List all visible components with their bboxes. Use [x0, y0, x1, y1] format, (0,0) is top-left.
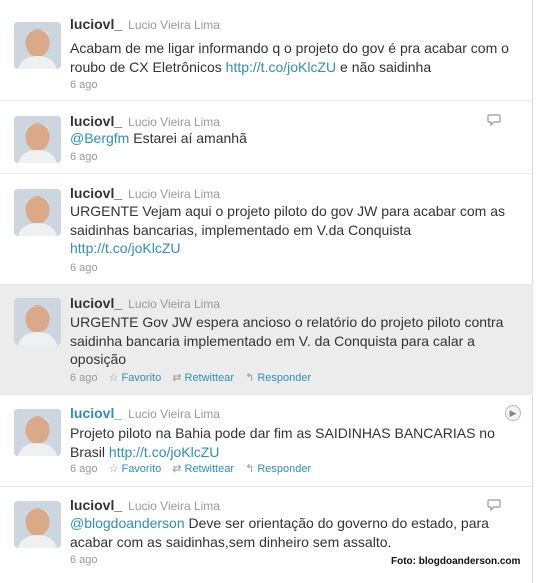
avatar[interactable] [14, 189, 61, 236]
tweet-handle[interactable]: luciovl_ [70, 497, 122, 513]
tweet-author-name[interactable]: Lucio Vieira Lima [128, 187, 220, 201]
tweet-text: URGENTE Vejam aqui o projeto piloto do g… [70, 202, 515, 258]
favorite-button[interactable]: ☆ Favorito [109, 372, 162, 384]
tweet-link[interactable]: http://t.co/joKlcZU [226, 59, 336, 75]
reply-arrow-icon: ↰ [245, 372, 255, 384]
chevron-right-icon[interactable]: ▶ [505, 405, 521, 421]
retweet-icon: ⇄ [172, 463, 182, 475]
favorite-label: Favorito [121, 463, 162, 475]
tweet-meta: 6 ago [70, 554, 98, 566]
tweet-meta: 6 ago [70, 79, 98, 91]
tweet-handle[interactable]: luciovl_ [70, 113, 122, 129]
reply-arrow-icon: ↰ [245, 463, 255, 475]
tweet-text-content: URGENTE Vejam aqui o projeto piloto do g… [70, 203, 505, 238]
retweet-label: Retwittear [184, 463, 235, 475]
avatar[interactable] [14, 116, 61, 163]
tweet-meta: 6 ago ☆ Favorito ⇄ Retwittear ↰ Responder [70, 462, 311, 475]
tweet-text: Projeto piloto na Bahia pode dar fim as … [70, 424, 515, 461]
tweet-author-name[interactable]: Lucio Vieira Lima [128, 297, 220, 311]
tweet-text-content: Estarei aí amanhã [133, 130, 247, 146]
tweet-author-name[interactable]: Lucio Vieira Lima [128, 499, 220, 513]
avatar[interactable] [14, 501, 61, 548]
tweet-timestamp[interactable]: 6 ago [70, 79, 98, 91]
retweet-label: Retwittear [184, 372, 235, 384]
avatar[interactable] [14, 298, 61, 345]
tweet-handle[interactable]: luciovl_ [70, 16, 122, 32]
tweet-timestamp[interactable]: 6 ago [70, 372, 98, 384]
tweet-handle[interactable]: luciovl_ [70, 295, 122, 311]
avatar[interactable] [14, 22, 61, 69]
tweet-handle[interactable]: luciovl_ [70, 185, 122, 201]
reply-label: Responder [257, 463, 312, 475]
tweet-text: @blogdoanderson Deve ser orientação do g… [70, 514, 515, 551]
reply-button[interactable]: ↰ Responder [245, 463, 311, 475]
tweet-text-tail: e não saidinha [340, 58, 432, 75]
star-icon: ☆ [108, 372, 119, 384]
tweet-timestamp[interactable]: 6 ago [70, 262, 98, 274]
favorite-label: Favorito [121, 372, 162, 384]
tweet-timestamp[interactable]: 6 ago [70, 463, 98, 475]
tweet-item[interactable]: luciovl_ Lucio Vieira Lima Acabam de me l… [0, 0, 533, 101]
tweet-item[interactable]: luciovl_ Lucio Vieira Lima @blogdoanderso… [0, 487, 533, 583]
tweet-header: luciovl_ Lucio Vieira Lima [70, 295, 220, 311]
tweet-text: @Bergfm Estarei aí amanhã [70, 129, 515, 148]
tweet-author-name[interactable]: Lucio Vieira Lima [128, 115, 220, 129]
tweet-text: Acabam de me ligar informando q o projet… [70, 39, 515, 76]
tweet-header: luciovl_ Lucio Vieira Lima [70, 405, 220, 421]
tweet-header: luciovl_ Lucio Vieira Lima [70, 185, 220, 201]
tweet-timeline: luciovl_ Lucio Vieira Lima Acabam de me l… [0, 0, 533, 583]
avatar[interactable] [14, 409, 61, 456]
speech-bubble-icon[interactable] [487, 114, 501, 126]
speech-bubble-icon[interactable] [487, 499, 501, 511]
tweet-item[interactable]: luciovl_ Lucio Vieira Lima URGENTE Gov JW… [0, 285, 533, 395]
tweet-timestamp[interactable]: 6 ago [70, 554, 98, 566]
tweet-header: luciovl_ Lucio Vieira Lima [70, 113, 220, 129]
retweet-button[interactable]: ⇄ Retwittear [172, 463, 234, 475]
tweet-header: luciovl_ Lucio Vieira Lima [70, 16, 220, 32]
tweet-author-name[interactable]: Lucio Vieira Lima [128, 407, 220, 421]
tweet-link[interactable]: http://t.co/joKlcZU [70, 240, 180, 256]
star-icon: ☆ [108, 463, 119, 475]
tweet-header: luciovl_ Lucio Vieira Lima [70, 497, 220, 513]
tweet-mention[interactable]: @blogdoanderson [70, 515, 185, 531]
tweet-item[interactable]: ▶ luciovl_ Lucio Vieira Lima Projeto pilo… [0, 395, 533, 487]
tweet-meta: 6 ago ☆ Favorito ⇄ Retwittear ↰ Responder [70, 371, 311, 384]
favorite-button[interactable]: ☆ Favorito [109, 463, 162, 475]
tweet-mention[interactable]: @Bergfm [70, 130, 129, 146]
tweet-author-name[interactable]: Lucio Vieira Lima [128, 18, 220, 32]
reply-button[interactable]: ↰ Responder [245, 372, 311, 384]
retweet-icon: ⇄ [172, 372, 182, 384]
retweet-button[interactable]: ⇄ Retwittear [172, 372, 234, 384]
tweet-item[interactable]: luciovl_ Lucio Vieira Lima URGENTE Vejam … [0, 174, 533, 285]
tweet-text-content: URGENTE Gov JW espera ancioso o relatóri… [70, 314, 504, 367]
tweet-timestamp[interactable]: 6 ago [70, 151, 98, 163]
reply-label: Responder [257, 372, 312, 384]
tweet-item[interactable]: luciovl_ Lucio Vieira Lima @Bergfm Estare… [0, 101, 533, 174]
tweet-link[interactable]: http://t.co/joKlcZU [109, 444, 219, 460]
tweet-handle[interactable]: luciovl_ [70, 405, 122, 421]
tweet-meta: 6 ago [70, 262, 98, 274]
photo-credit: Foto: blogdoanderson.com [391, 556, 521, 567]
tweet-meta: 6 ago [70, 151, 98, 163]
tweet-text: URGENTE Gov JW espera ancioso o relatóri… [70, 313, 515, 369]
